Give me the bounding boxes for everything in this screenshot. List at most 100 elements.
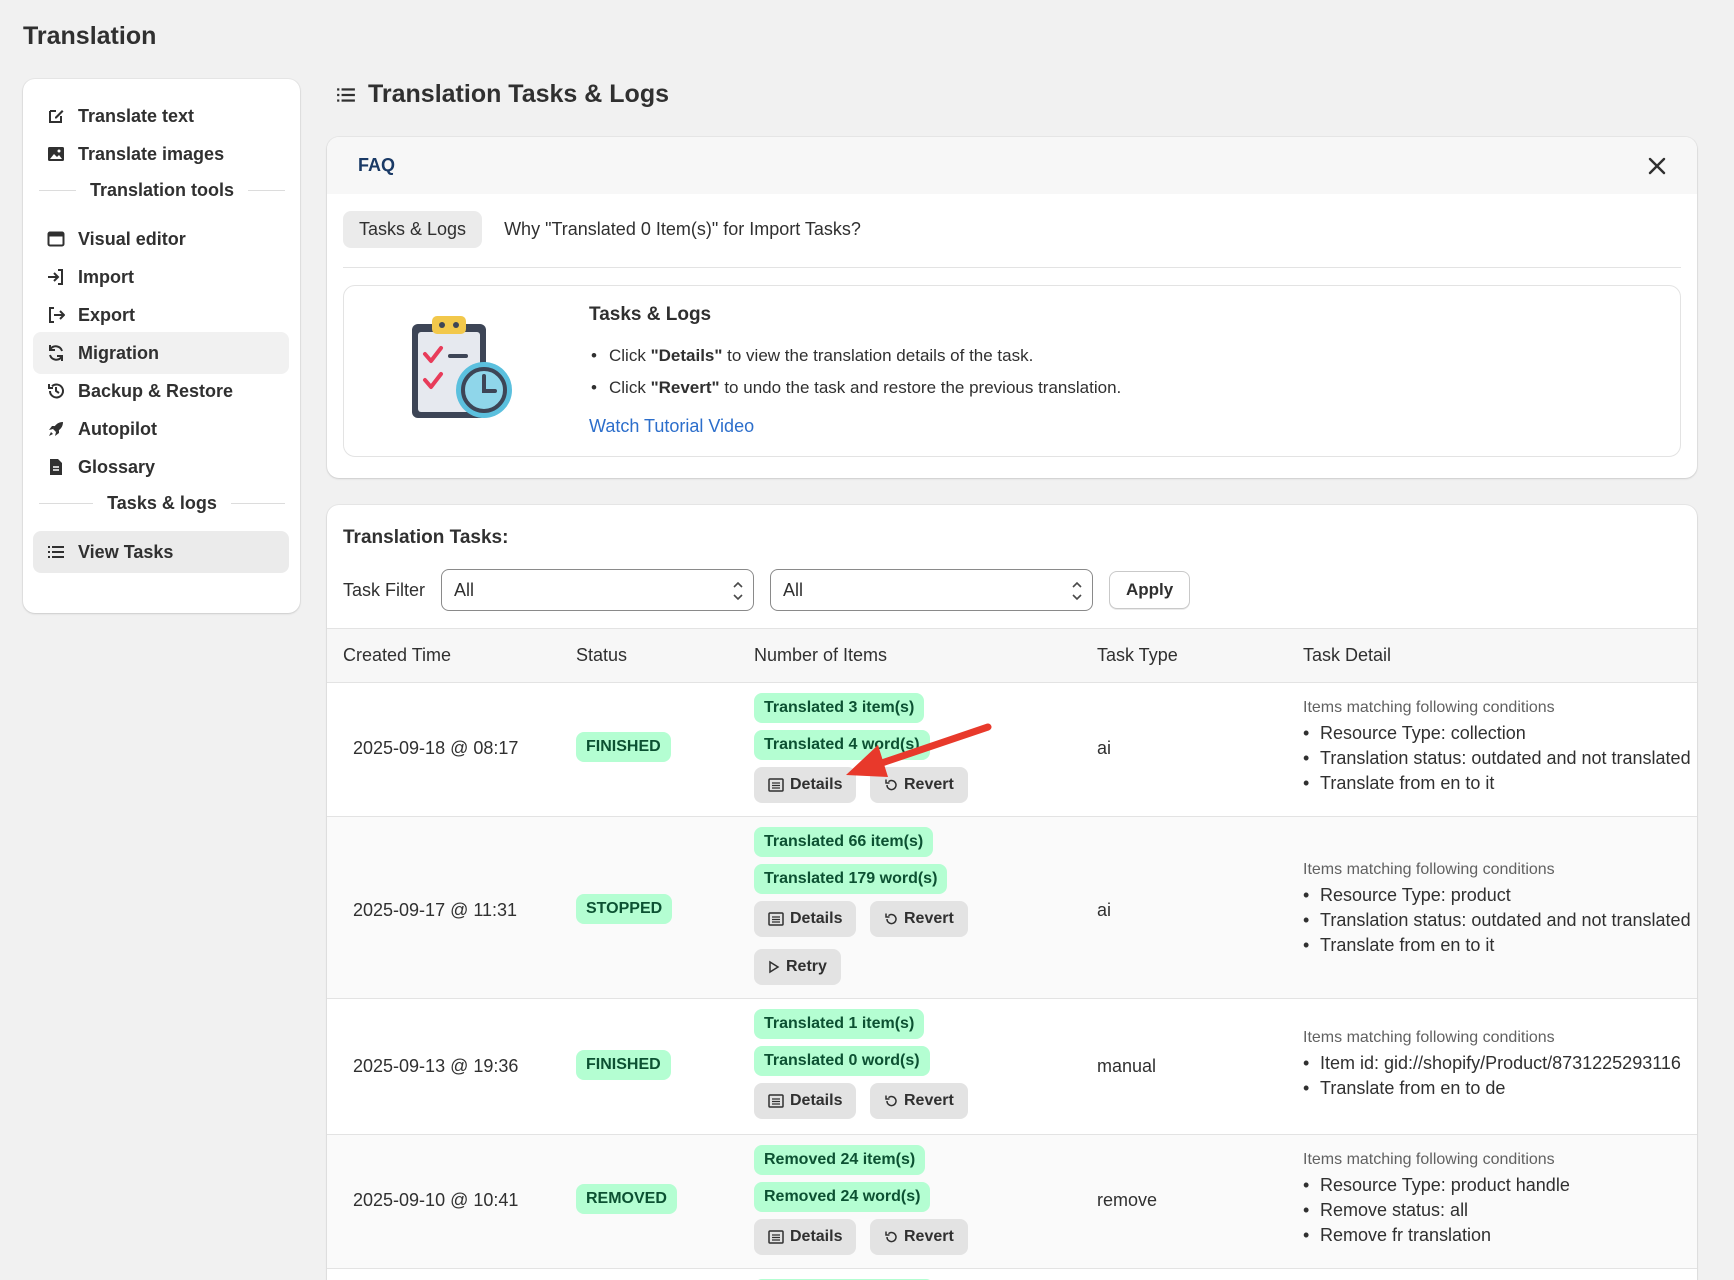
task-type: ai — [1097, 900, 1112, 920]
words-count-badge: Removed 24 word(s) — [754, 1182, 931, 1212]
app-title: Translation — [23, 22, 157, 50]
condition-item: Resource Type: product — [1300, 885, 1691, 906]
sidebar-item-view-tasks[interactable]: View Tasks — [33, 531, 289, 573]
details-button[interactable]: Details — [754, 1083, 857, 1119]
undo-icon — [884, 1094, 898, 1108]
watch-tutorial-link[interactable]: Watch Tutorial Video — [589, 416, 754, 437]
column-header: Created Time — [343, 645, 452, 665]
details-button[interactable]: Details — [754, 901, 857, 937]
list-box-icon — [768, 1230, 784, 1244]
sidebar-item-translate-images[interactable]: Translate images — [33, 133, 289, 175]
column-header: Task Detail — [1303, 645, 1392, 665]
tasks-card: Translation Tasks: Task Filter All All A… — [327, 505, 1697, 1280]
faq-bullet: Click "Details" to view the translation … — [589, 346, 1121, 366]
faq-header: FAQ — [327, 137, 1697, 194]
conditions-list: Item id: gid://shopify/Product/873122529… — [1300, 1053, 1681, 1103]
history-icon — [46, 381, 66, 401]
items-count-badge: Removed 24 item(s) — [754, 1145, 926, 1175]
chevron-updown-icon — [1070, 578, 1084, 604]
sidebar-item-label: Migration — [78, 342, 159, 363]
faq-bullets: Click "Details" to view the translation … — [589, 346, 1121, 410]
column-header: Task Type — [1097, 645, 1178, 665]
faq-bullet: Click "Revert" to undo the task and rest… — [589, 378, 1121, 398]
table-row: 2025-09-17 @ 11:31 STOPPED Translated 66… — [327, 817, 1697, 999]
sidebar-item-backup-restore[interactable]: Backup & Restore — [33, 370, 289, 412]
apply-button[interactable]: Apply — [1109, 571, 1191, 609]
condition-item: Translate from en to de — [1300, 1078, 1681, 1099]
sidebar-item-label: View Tasks — [78, 541, 174, 562]
table-row — [327, 1269, 1697, 1280]
status-badge: FINISHED — [576, 732, 671, 762]
condition-item: Translate from en to it — [1300, 935, 1691, 956]
details-button[interactable]: Details — [754, 1219, 857, 1255]
condition-item: Translation status: outdated and not tra… — [1300, 748, 1691, 769]
sidebar-item-translate-text[interactable]: Translate text — [33, 95, 289, 137]
sidebar-item-autopilot[interactable]: Autopilot — [33, 408, 289, 450]
tasks-title: Translation Tasks: — [343, 527, 509, 548]
close-icon[interactable] — [1648, 157, 1666, 175]
list-icon — [46, 542, 66, 562]
play-icon — [768, 960, 780, 974]
revert-button[interactable]: Revert — [870, 1219, 968, 1255]
condition-item: Remove fr translation — [1300, 1225, 1570, 1246]
sidebar-item-import[interactable]: Import — [33, 256, 289, 298]
conditions-list: Resource Type: product handle Remove sta… — [1300, 1175, 1570, 1250]
list-box-icon — [768, 1094, 784, 1108]
column-header: Status — [576, 645, 628, 665]
list-box-icon — [768, 912, 784, 926]
filter-label: Task Filter — [343, 579, 426, 600]
revert-button[interactable]: Revert — [870, 901, 968, 937]
condition-item: Resource Type: product handle — [1300, 1175, 1570, 1196]
sidebar-item-label: Glossary — [78, 456, 156, 477]
retry-button[interactable]: Retry — [754, 949, 841, 985]
conditions-title: Items matching following conditions — [1303, 699, 1555, 716]
status-badge: STOPPED — [576, 894, 673, 924]
revert-button[interactable]: Revert — [870, 767, 968, 803]
refresh-icon — [46, 343, 66, 363]
sidebar-section-translation-tools: Translation tools — [39, 178, 285, 202]
task-type: ai — [1097, 738, 1112, 758]
list-icon — [336, 85, 356, 105]
details-button[interactable]: Details — [754, 767, 857, 803]
condition-item: Item id: gid://shopify/Product/873122529… — [1300, 1053, 1681, 1074]
document-icon — [46, 457, 66, 477]
sidebar-item-label: Visual editor — [78, 228, 186, 249]
rocket-icon — [46, 419, 66, 439]
faq-tab-import-question[interactable]: Why "Translated 0 Item(s)" for Import Ta… — [488, 211, 877, 248]
sidebar-item-migration[interactable]: Migration — [33, 332, 289, 374]
faq-tabs: Tasks & Logs Why "Translated 0 Item(s)" … — [343, 211, 883, 248]
clipboard-clock-icon — [404, 314, 514, 429]
table-row: 2025-09-13 @ 19:36 FINISHED Translated 1… — [327, 999, 1697, 1135]
created-time: 2025-09-10 @ 10:41 — [353, 1190, 519, 1210]
task-filter-select-1[interactable]: All — [441, 569, 755, 611]
undo-icon — [884, 778, 898, 792]
words-count-badge: Translated 179 word(s) — [754, 864, 948, 894]
sidebar-item-export[interactable]: Export — [33, 294, 289, 336]
sidebar-item-visual-editor[interactable]: Visual editor — [33, 218, 289, 260]
task-filter-select-2[interactable]: All — [770, 569, 1094, 611]
window-icon — [46, 229, 66, 249]
sidebar-item-glossary[interactable]: Glossary — [33, 446, 289, 488]
divider — [343, 267, 1681, 268]
import-icon — [46, 267, 66, 287]
task-type: manual — [1097, 1056, 1157, 1076]
table-row: 2025-09-18 @ 08:17 FINISHED Translated 3… — [327, 683, 1697, 817]
table-row: 2025-09-10 @ 10:41 REMOVED Removed 24 it… — [327, 1135, 1697, 1269]
export-icon — [46, 305, 66, 325]
created-time: 2025-09-17 @ 11:31 — [353, 900, 518, 920]
conditions-title: Items matching following conditions — [1303, 1029, 1555, 1046]
sidebar-item-label: Import — [78, 266, 134, 287]
conditions-list: Resource Type: collection Translation st… — [1300, 723, 1691, 798]
faq-box-title: Tasks & Logs — [589, 304, 712, 325]
faq-tab-tasks-logs[interactable]: Tasks & Logs — [343, 211, 483, 248]
task-type: remove — [1097, 1190, 1158, 1210]
filter-row: Task Filter All All Apply — [343, 569, 1191, 611]
list-box-icon — [768, 778, 784, 792]
condition-item: Remove status: all — [1300, 1200, 1570, 1221]
revert-button[interactable]: Revert — [870, 1083, 968, 1119]
condition-item: Resource Type: collection — [1300, 723, 1691, 744]
conditions-title: Items matching following conditions — [1303, 861, 1555, 878]
table-header: Created Time Status Number of Items Task… — [327, 628, 1697, 683]
created-time: 2025-09-13 @ 19:36 — [353, 1056, 519, 1076]
faq-content-box: Tasks & Logs Click "Details" to view the… — [343, 285, 1681, 457]
